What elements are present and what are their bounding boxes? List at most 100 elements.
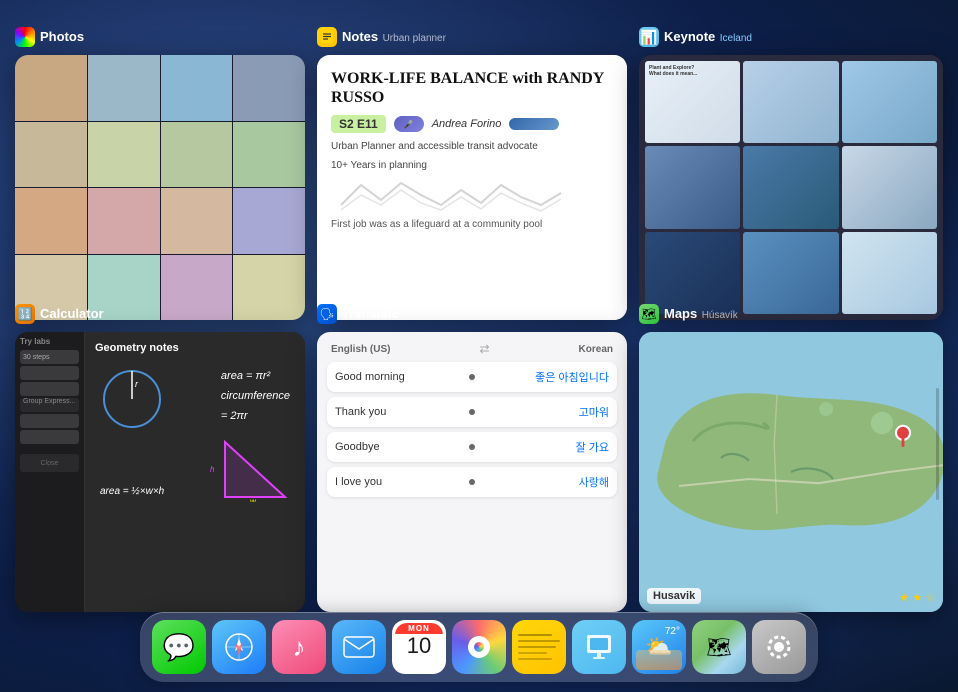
dock-app-music[interactable]: ♪	[272, 620, 326, 674]
translate-en-1: Good morning	[335, 371, 461, 383]
keynote-slide	[842, 146, 937, 228]
dock: 💬 ♪ MON 10	[140, 612, 818, 682]
notes-label: Notes Urban planner	[317, 27, 446, 47]
maps-card-inner[interactable]: Husavik ★ ★ ☆	[639, 332, 943, 612]
notes-years: 10+ Years in planning	[331, 160, 613, 171]
photos-icon	[15, 27, 35, 47]
translate-kr-3: 잘 가요	[483, 439, 609, 455]
maps-stars: ★ ★ ☆	[899, 591, 935, 604]
mail-icon	[343, 636, 375, 658]
photos-card-inner[interactable]	[15, 55, 305, 320]
messages-icon: 💬	[163, 632, 195, 663]
translate-dot-1	[469, 374, 475, 380]
calculator-main: Geometry notes r area = πr² circumferenc…	[85, 332, 305, 612]
translate-card-cell[interactable]: 🗣 Translate English (US) ⇄ Korean Good m…	[317, 332, 627, 612]
translate-kr-4: 사랑해	[483, 474, 609, 490]
calculator-sidebar: Try labs 30 steps Group Express... Close	[15, 332, 85, 612]
translate-card-inner[interactable]: English (US) ⇄ Korean Good morning 좋은 아침…	[317, 332, 627, 612]
photos-label: Photos	[15, 27, 84, 47]
notes-dock-icon	[518, 626, 560, 668]
ipad-screen: Photos	[0, 0, 958, 692]
translate-dot-4	[469, 479, 475, 485]
dock-app-notes[interactable]	[512, 620, 566, 674]
keynote-slides-grid: Plant and Explore?What does it mean...	[645, 61, 937, 314]
photo-thumb	[88, 188, 160, 254]
calendar-inner: MON 10	[395, 623, 443, 671]
photos-app-name: Photos	[40, 29, 84, 44]
keynote-slide	[842, 61, 937, 143]
notes-title: WORK-LIFE BALANCE with RANDY RUSSO	[331, 69, 613, 107]
maps-app-name: Maps	[664, 306, 697, 321]
translate-kr-1: 좋은 아침입니다	[483, 369, 609, 385]
notes-season: S2 E11	[331, 115, 386, 133]
dock-app-keynote[interactable]	[572, 620, 626, 674]
maps-card-cell[interactable]: 🗺 Maps Húsavík	[639, 332, 943, 612]
keynote-slide	[743, 61, 838, 143]
keynote-slide: Plant and Explore?What does it mean...	[645, 61, 740, 143]
calculator-card-cell[interactable]: 🔢 Calculator Try labs 30 steps Group Exp…	[15, 332, 305, 612]
notes-desc: Urban Planner and accessible transit adv…	[331, 139, 613, 154]
photo-thumb	[15, 122, 87, 188]
photo-thumb	[233, 255, 305, 321]
geometry-circle-svg: r	[100, 367, 165, 432]
translate-label-texts: Translate	[342, 305, 399, 323]
dock-app-messages[interactable]: 💬	[152, 620, 206, 674]
maps-label-texts: Maps Húsavík	[664, 305, 738, 323]
photos-grid	[15, 55, 305, 320]
calculator-label-texts: Calculator	[40, 305, 104, 323]
calculator-geometry-title: Geometry notes	[95, 342, 295, 354]
calculator-card-inner[interactable]: Try labs 30 steps Group Express... Close…	[15, 332, 305, 612]
notes-first-job: First job was as a lifeguard at a commun…	[331, 219, 613, 230]
translate-dot-3	[469, 444, 475, 450]
maps-location-label: Husavik	[647, 588, 701, 604]
keynote-slide	[842, 232, 937, 314]
notes-card-cell[interactable]: Notes Urban planner WORK-LIFE BALANCE wi…	[317, 55, 627, 320]
translate-lang-arrow: ⇄	[479, 342, 489, 356]
translate-en-3: Goodbye	[335, 441, 461, 453]
notes-label-texts: Notes Urban planner	[342, 28, 446, 46]
settings-icon	[764, 632, 794, 662]
translate-lang-from: English (US)	[331, 344, 390, 355]
photo-thumb	[233, 122, 305, 188]
translate-lang-header: English (US) ⇄ Korean	[327, 342, 617, 356]
dock-app-calendar[interactable]: MON 10	[392, 620, 446, 674]
dock-app-settings[interactable]	[752, 620, 806, 674]
svg-text:h: h	[210, 465, 215, 474]
dock-app-weather[interactable]: 72° ⛅	[632, 620, 686, 674]
keynote-card-cell[interactable]: 📊 Keynote Iceland Plant and Explore?What…	[639, 55, 943, 320]
notes-card-inner[interactable]: WORK-LIFE BALANCE with RANDY RUSSO S2 E1…	[317, 55, 627, 320]
photo-thumb	[15, 188, 87, 254]
photos-dock-icon	[452, 620, 506, 674]
translate-app-name: Translate	[342, 306, 399, 321]
photo-thumb	[161, 188, 233, 254]
translate-row-1: Good morning 좋은 아침입니다	[327, 362, 617, 392]
photo-thumb	[233, 188, 305, 254]
dock-app-photos[interactable]	[452, 620, 506, 674]
app-switcher-grid: Photos	[15, 55, 943, 612]
photo-thumb	[161, 255, 233, 321]
keynote-slide	[743, 232, 838, 314]
maps-bg: Husavik ★ ★ ☆	[639, 332, 943, 612]
calculator-label: 🔢 Calculator	[15, 304, 104, 324]
dock-app-mail[interactable]	[332, 620, 386, 674]
dock-app-maps[interactable]: 🗺	[692, 620, 746, 674]
keynote-card-inner[interactable]: Plant and Explore?What does it mean...	[639, 55, 943, 320]
notes-content: WORK-LIFE BALANCE with RANDY RUSSO S2 E1…	[317, 55, 627, 320]
keynote-app-subtitle: Iceland	[720, 33, 752, 44]
formula1: area = πr²	[221, 367, 290, 387]
photos-card-cell[interactable]: Photos	[15, 55, 305, 320]
formula4: area = ½×w×h	[100, 486, 164, 497]
translate-row-3: Goodbye 잘 가요	[327, 432, 617, 462]
dock-app-safari[interactable]	[212, 620, 266, 674]
notes-icon	[317, 27, 337, 47]
translate-label: 🗣 Translate	[317, 304, 399, 324]
notes-app-subtitle: Urban planner	[383, 33, 446, 44]
photo-thumb	[161, 55, 233, 121]
translate-icon: 🗣	[317, 304, 337, 324]
keynote-label: 📊 Keynote Iceland	[639, 27, 752, 47]
formula3: = 2πr	[221, 407, 290, 427]
maps-scrollbar[interactable]	[936, 388, 939, 500]
svg-text:r: r	[135, 379, 139, 389]
calculator-app-name: Calculator	[40, 306, 104, 321]
translate-dot-2	[469, 409, 475, 415]
